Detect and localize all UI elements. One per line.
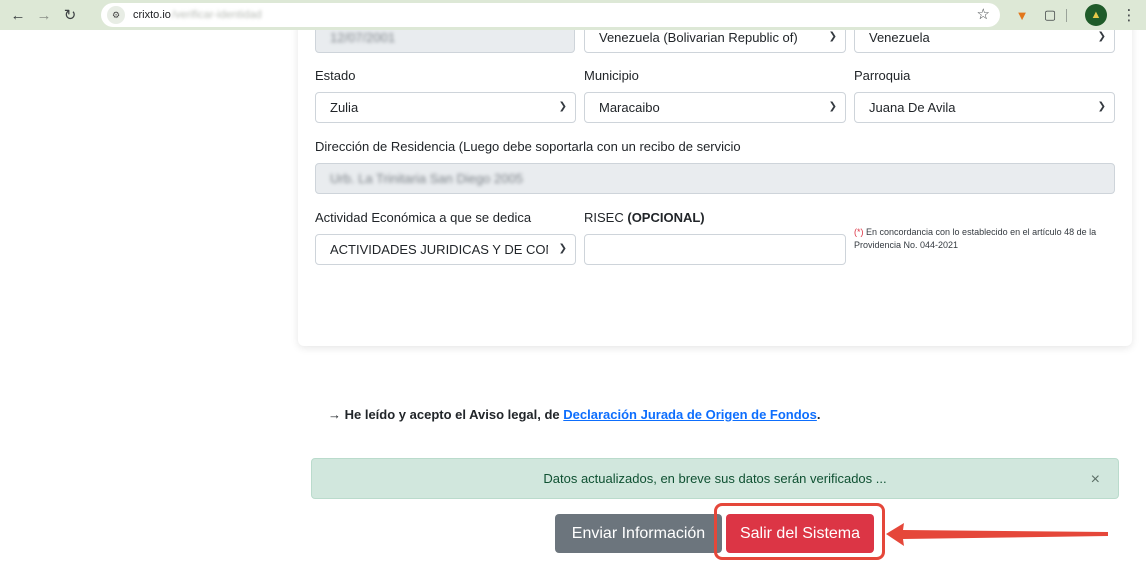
site-info-icon[interactable]: ⚙ [107, 6, 125, 24]
profile-avatar-icon[interactable]: ▲ [1085, 4, 1107, 26]
actividad-label: Actividad Económica a que se dedica [315, 210, 532, 225]
direccion-label: Dirección de Residencia (Luego debe sopo… [315, 139, 741, 154]
legal-acceptance-text: → He leído y acepto el Aviso legal, de D… [328, 407, 821, 422]
chevron-down-icon: ❯ [1097, 101, 1106, 112]
direccion-field: Urb. La Trinitaria San Diego 2005 [315, 163, 1115, 194]
metamask-fox-icon[interactable]: ▼ [1012, 5, 1032, 25]
legal-footnote: (*) En concordancia con lo establecido e… [854, 227, 1097, 250]
chevron-down-icon: ❯ [828, 101, 837, 112]
forward-arrow-icon[interactable]: → [31, 2, 57, 28]
url-text: crixto.io/verificar-identidad [133, 9, 262, 21]
chevron-down-icon: ❯ [828, 31, 837, 42]
estado-label: Estado [315, 68, 356, 83]
estado-value: Zulia [330, 100, 359, 115]
actividad-value: ACTIVIDADES JURIDICAS Y DE CONTABILIDAD [330, 242, 548, 257]
birthdate-value: 12/07/2001 [330, 30, 396, 45]
extensions-puzzle-icon[interactable]: ▢ [1040, 5, 1060, 25]
risec-input[interactable] [584, 234, 846, 265]
estado-select[interactable]: Zulia ❯ [315, 92, 576, 123]
chevron-down-icon: ❯ [558, 243, 567, 254]
direccion-value: Urb. La Trinitaria San Diego 2005 [330, 171, 523, 186]
country-value: Venezuela (Bolivarian Republic of) [599, 30, 798, 45]
exit-system-button[interactable]: Salir del Sistema [726, 514, 874, 553]
send-info-button[interactable]: Enviar Información [555, 514, 722, 553]
bookmark-star-icon[interactable]: ☆ [977, 5, 990, 23]
close-icon[interactable]: × [1091, 471, 1100, 489]
address-bar[interactable]: ⚙ crixto.io/verificar-identidad ☆ [101, 3, 1000, 27]
actividad-select[interactable]: ACTIVIDADES JURIDICAS Y DE CONTABILIDAD … [315, 234, 576, 265]
kebab-menu-icon[interactable]: ⋮ [1119, 5, 1139, 25]
municipio-select[interactable]: Maracaibo ❯ [584, 92, 846, 123]
parroquia-label: Parroquia [854, 68, 911, 83]
nationality-value: Venezuela [869, 30, 930, 45]
chevron-down-icon: ❯ [558, 101, 567, 112]
municipio-label: Municipio [584, 68, 639, 83]
back-arrow-icon[interactable]: ← [5, 2, 31, 28]
parroquia-select[interactable]: Juana De Avila ❯ [854, 92, 1115, 123]
alert-message: Datos actualizados, en breve sus datos s… [543, 471, 887, 486]
declaracion-jurada-link[interactable]: Declaración Jurada de Origen de Fondos [563, 407, 817, 422]
annotation-arrow-icon [886, 523, 1108, 546]
success-alert: Datos actualizados, en breve sus datos s… [311, 458, 1119, 499]
risec-label: RISEC (OPCIONAL) [584, 210, 705, 225]
toolbar-divider [1066, 9, 1067, 22]
municipio-value: Maracaibo [599, 100, 660, 115]
parroquia-value: Juana De Avila [869, 100, 956, 115]
reload-icon[interactable]: ↻ [57, 2, 83, 28]
browser-toolbar: ← → ↻ ⚙ crixto.io/verificar-identidad ☆ … [0, 0, 1146, 30]
chevron-down-icon: ❯ [1097, 31, 1106, 42]
